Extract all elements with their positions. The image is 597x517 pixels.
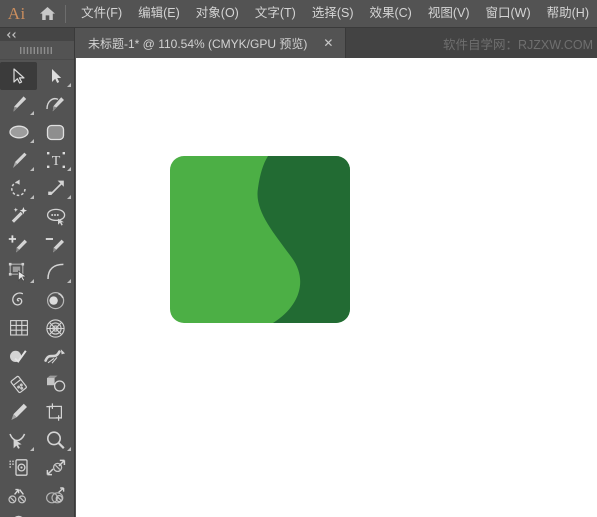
tool-flyout-indicator	[30, 447, 34, 451]
document-tab-bar: 未标题-1* @ 110.54% (CMYK/GPU 预览) ✕ 软件自学网：R…	[75, 28, 597, 58]
symbol-sprayer-tool[interactable]	[0, 370, 37, 398]
spiral-tool[interactable]	[0, 286, 37, 314]
menu-object[interactable]: 对象(O)	[188, 0, 247, 27]
curvature-tool[interactable]	[37, 90, 74, 118]
rotate-tool[interactable]	[0, 174, 37, 202]
scale-tool[interactable]	[37, 174, 74, 202]
svg-text:T: T	[51, 154, 60, 169]
shape-builder-tool[interactable]	[0, 342, 37, 370]
menu-file[interactable]: 文件(F)	[73, 0, 130, 27]
reshape-tool[interactable]	[37, 454, 74, 482]
direct-selection-tool[interactable]	[37, 62, 74, 90]
magic-wand-tool[interactable]	[0, 202, 37, 230]
selection-tool[interactable]	[0, 62, 37, 90]
tool-flyout-indicator	[30, 279, 34, 283]
delete-anchor-point-tool[interactable]	[37, 230, 74, 258]
site-watermark: 软件自学网：RJZXW.COM	[443, 37, 593, 52]
rectangular-grid-tool[interactable]	[0, 314, 37, 342]
tool-flyout-indicator	[67, 279, 71, 283]
width-tool[interactable]	[37, 342, 74, 370]
tool-flyout-indicator	[30, 195, 34, 199]
blend-tool[interactable]	[37, 482, 74, 510]
column-graph-tool[interactable]	[37, 370, 74, 398]
polar-grid-tool[interactable]	[37, 314, 74, 342]
tool-flyout-indicator	[30, 139, 34, 143]
document-tab[interactable]: 未标题-1* @ 110.54% (CMYK/GPU 预览) ✕	[75, 28, 347, 58]
free-transform-tool[interactable]	[0, 258, 37, 286]
menubar-divider	[65, 4, 67, 23]
menu-window[interactable]: 窗口(W)	[478, 0, 539, 27]
tools-grid: T	[0, 60, 74, 517]
home-icon[interactable]	[33, 6, 61, 21]
blob-brush-tool[interactable]	[37, 286, 74, 314]
illustrator-window: Ai 文件(F) 编辑(E) 对象(O) 文字(T) 选择(S) 效果(C) 视…	[0, 0, 597, 517]
menu-help[interactable]: 帮助(H)	[539, 0, 597, 27]
add-anchor-point-tool[interactable]	[0, 230, 37, 258]
live-paint-selection-tool[interactable]	[37, 510, 74, 517]
arc-tool[interactable]	[37, 258, 74, 286]
menu-bar: Ai 文件(F) 编辑(E) 对象(O) 文字(T) 选择(S) 效果(C) 视…	[0, 0, 597, 28]
ellipse-tool[interactable]	[0, 118, 37, 146]
print-tiling-tool[interactable]	[0, 454, 37, 482]
rounded-rectangle-tool[interactable]	[37, 118, 74, 146]
menu-type[interactable]: 文字(T)	[247, 0, 304, 27]
tool-flyout-indicator	[30, 111, 34, 115]
tool-flyout-indicator	[67, 195, 71, 199]
pencil-tool[interactable]	[0, 398, 37, 426]
lasso-tool[interactable]	[37, 202, 74, 230]
artboard-tool[interactable]	[37, 398, 74, 426]
document-tab-title: 未标题-1* @ 110.54% (CMYK/GPU 预览)	[88, 36, 308, 51]
menu-select[interactable]: 选择(S)	[304, 0, 362, 27]
menu-effect[interactable]: 效果(C)	[361, 0, 419, 27]
smooth-tool[interactable]	[0, 426, 37, 454]
paintbrush-tool[interactable]	[0, 146, 37, 174]
close-icon[interactable]: ✕	[320, 35, 336, 51]
zoom-tool[interactable]	[37, 426, 74, 454]
tool-flyout-indicator	[67, 167, 71, 171]
menu-view[interactable]: 视图(V)	[420, 0, 478, 27]
toolbar-drag-grip[interactable]	[0, 41, 74, 60]
ai-logo: Ai	[7, 3, 26, 23]
document-canvas[interactable]	[76, 58, 597, 517]
tools-panel: T	[0, 28, 75, 517]
tool-flyout-indicator	[67, 83, 71, 87]
type-tool[interactable]: T	[37, 146, 74, 174]
rotate-twirl-tool[interactable]	[0, 482, 37, 510]
collapse-panel-arrows[interactable]	[0, 28, 74, 41]
live-paint-bucket-tool[interactable]	[0, 510, 37, 517]
tool-flyout-indicator	[67, 447, 71, 451]
pen-tool[interactable]	[0, 90, 37, 118]
menu-edit[interactable]: 编辑(E)	[130, 0, 188, 27]
tool-flyout-indicator	[30, 167, 34, 171]
green-s-logo[interactable]	[170, 156, 350, 323]
